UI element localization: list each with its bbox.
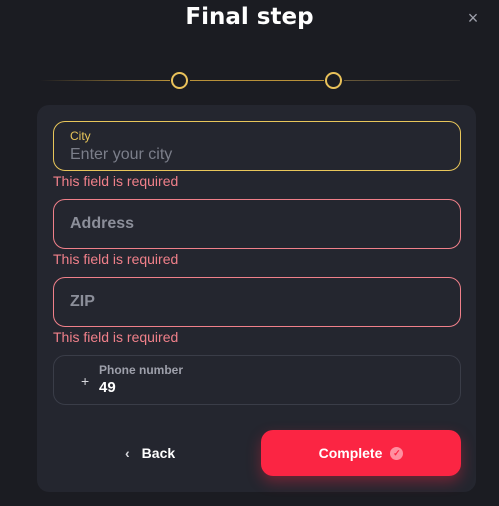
check-icon: ✓ xyxy=(390,446,404,460)
city-placeholder: Enter your city xyxy=(70,146,173,163)
stepper-line xyxy=(40,80,170,81)
step-2-indicator xyxy=(325,72,342,89)
stepper-line xyxy=(190,80,324,81)
chevron-left-icon: ‹ xyxy=(125,445,130,461)
progress-stepper xyxy=(40,70,460,92)
address-placeholder: Address xyxy=(70,215,135,232)
phone-prefix: + xyxy=(81,373,90,389)
close-icon[interactable]: × xyxy=(463,8,483,28)
phone-value: 49 xyxy=(99,379,116,396)
address-field[interactable]: Address xyxy=(53,199,461,249)
complete-label: Complete xyxy=(318,445,383,461)
back-label: Back xyxy=(141,445,176,461)
city-label: City xyxy=(70,129,91,143)
address-error: This field is required xyxy=(53,251,179,267)
zip-field[interactable]: ZIP xyxy=(53,277,461,327)
zip-error: This field is required xyxy=(53,329,179,345)
phone-field[interactable]: + Phone number 49 xyxy=(53,355,461,405)
back-button[interactable]: ‹ Back xyxy=(125,442,175,464)
phone-label: Phone number xyxy=(99,363,184,377)
form-card: City Enter your city This field is requi… xyxy=(37,105,476,492)
zip-placeholder: ZIP xyxy=(70,293,95,310)
step-1-indicator xyxy=(171,72,188,89)
city-error: This field is required xyxy=(53,173,179,189)
page-title: Final step xyxy=(185,4,314,30)
city-field[interactable]: City Enter your city xyxy=(53,121,461,171)
complete-button[interactable]: Complete ✓ xyxy=(261,430,461,476)
stepper-line xyxy=(344,80,460,81)
